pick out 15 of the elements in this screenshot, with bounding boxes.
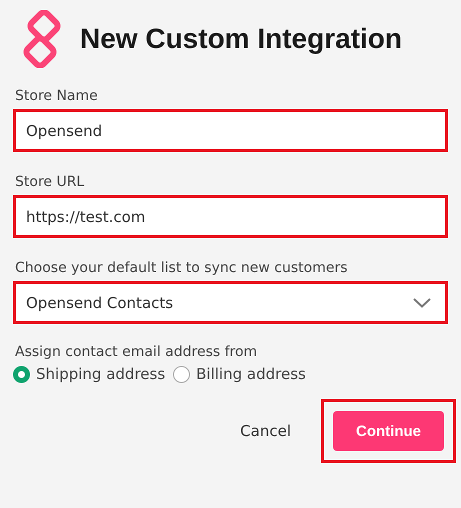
radio-button[interactable] — [13, 366, 30, 382]
chevron-down-icon — [413, 298, 431, 308]
input-field[interactable]: Opensend — [13, 109, 448, 152]
field-label: Store URL — [15, 174, 86, 190]
cancel-button[interactable]: Cancel — [236, 414, 295, 448]
dialog-title: New Custom Integration — [80, 23, 402, 55]
dropdown[interactable]: Opensend Contacts — [13, 281, 448, 324]
field-label: Choose your default list to sync new customers — [15, 260, 348, 276]
radio-label: Shipping address — [36, 365, 166, 383]
radio-label: Billing address — [196, 365, 306, 383]
field-label: Assign contact email address from — [15, 344, 258, 360]
field-label: Store Name — [15, 88, 99, 104]
continue-button[interactable]: Continue — [333, 411, 444, 451]
input-field[interactable]: https://test.com — [13, 195, 448, 238]
radio-button[interactable] — [173, 366, 190, 382]
